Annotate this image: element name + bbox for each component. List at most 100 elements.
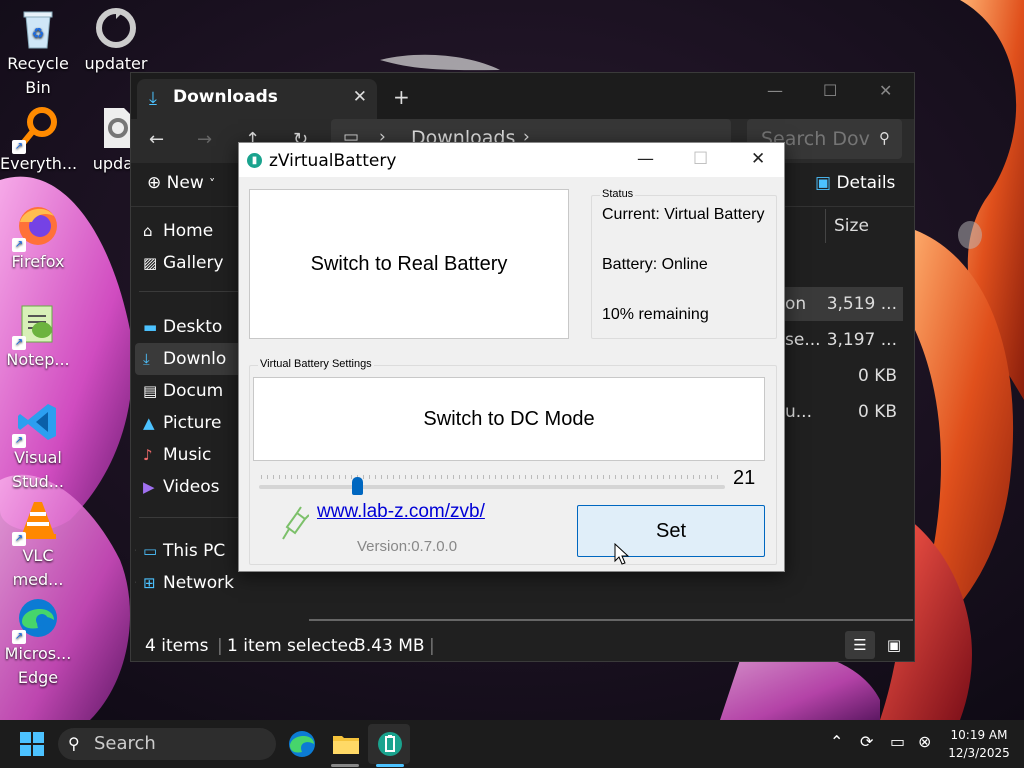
zvirtualbattery-window[interactable]: ▮ zVirtualBattery — ☐ ✕ Switch to Real B… [238, 142, 785, 572]
status-group: Status Current: Virtual Battery Battery:… [591, 188, 777, 339]
svg-text:♻: ♻ [32, 26, 45, 42]
tab-close-icon[interactable]: ✕ [353, 87, 367, 107]
everything-search-icon: ↗ [12, 106, 60, 154]
switch-to-real-battery-button[interactable]: Switch to Real Battery [249, 189, 569, 339]
chevron-up-icon[interactable]: ⌃ [830, 732, 843, 751]
notepad-plus-plus-icon: ↗ [12, 302, 60, 350]
edge-icon: ↗ [12, 596, 60, 644]
desktop-icon-vscode[interactable]: ↗ Visual Stud... [0, 400, 76, 494]
desktop-icon-everything[interactable]: ↗ Everyth... [0, 106, 77, 176]
mouse-cursor-icon [614, 543, 630, 565]
active-indicator [376, 764, 404, 767]
status-current: Current: Virtual Battery [602, 206, 765, 223]
recycle-bin-icon: ♻ [16, 6, 60, 50]
minimize-button[interactable]: — [767, 81, 783, 100]
desktop-icon-vlc[interactable]: ↗ VLC med... [0, 498, 76, 592]
download-icon: ⤓ [149, 88, 157, 109]
network-status-icon[interactable]: ▭ [890, 732, 905, 751]
file-name: on [785, 294, 807, 314]
close-button[interactable]: ✕ [879, 81, 892, 100]
shortcut-arrow-icon: ↗ [12, 630, 26, 644]
vscode-icon: ↗ [12, 400, 60, 448]
sidebar-item-label: Home [163, 221, 214, 241]
switch-to-dc-mode-button[interactable]: Switch to DC Mode [253, 377, 765, 461]
set-button[interactable]: Set [577, 505, 765, 557]
desktop-icon: ▬ [143, 318, 158, 336]
file-row[interactable]: u... 0 KB [771, 395, 903, 429]
taskbar-search[interactable]: ⚲ Search [58, 728, 276, 760]
maximize-button[interactable]: ☐ [823, 81, 837, 100]
minimize-button[interactable]: — [637, 149, 654, 169]
desktop-icon-recycle-bin[interactable]: ♻ Recycle Bin [0, 6, 76, 100]
file-name: se... [785, 330, 821, 350]
new-button[interactable]: ⊕ New ˅ [147, 173, 215, 193]
updater-icon [94, 6, 138, 50]
desktop-icon-edge[interactable]: ↗ Micros... Edge [0, 596, 76, 690]
sidebar-item-label: Picture [163, 413, 222, 433]
maximize-button[interactable]: ☐ [693, 149, 708, 169]
pictures-icon: ▲ [143, 414, 155, 432]
sidebar-item-label: Gallery [163, 253, 224, 273]
windows-start-icon[interactable] [14, 726, 50, 762]
file-row[interactable]: se... 3,197 ... [771, 323, 903, 357]
desktop-icon-firefox[interactable]: ↗ Firefox [0, 204, 76, 274]
desktop-icon-notepad-plus-plus[interactable]: ↗ Notep... [0, 302, 76, 372]
version-label: Version:0.7.0.0 [357, 538, 458, 555]
shortcut-arrow-icon: ↗ [12, 238, 26, 252]
firefox-icon: ↗ [12, 204, 60, 252]
system-clock[interactable]: 10:19 AM 12/3/2025 [942, 726, 1016, 762]
back-arrow-icon[interactable]: ← [149, 129, 164, 150]
file-row[interactable]: on 3,519 ... [771, 287, 903, 321]
sidebar-item-label: Music [163, 445, 212, 465]
website-link[interactable]: www.lab-z.com/zvb/ [317, 501, 485, 523]
column-header-size[interactable]: Size [825, 209, 905, 243]
settings-legend: Virtual Battery Settings [258, 358, 374, 370]
new-tab-button[interactable]: + [393, 85, 410, 109]
slider-thumb[interactable] [351, 477, 363, 495]
taskbar: ⚲ Search ⌃ ⟳ ▭ ⊗ 10:19 AM 12/3/2025 [0, 720, 1024, 768]
documents-icon: ▤ [143, 382, 158, 400]
search-icon: ⚲ [879, 129, 890, 147]
status-selected: 1 item selected [227, 636, 359, 656]
status-legend: Status [600, 188, 636, 200]
this-pc-icon: ▭ [143, 542, 158, 560]
details-label: Details [836, 173, 896, 193]
clock-date: 12/3/2025 [948, 746, 1010, 760]
file-size: 3,519 ... [826, 294, 897, 314]
vlc-icon: ↗ [12, 498, 60, 546]
videos-icon: ▶ [143, 478, 155, 496]
chevron-down-icon: ˅ [209, 177, 216, 191]
status-divider: | [429, 636, 435, 656]
tab-downloads[interactable]: ⤓ Downloads ✕ [137, 79, 377, 119]
music-icon: ♪ [143, 446, 153, 464]
chevron-right-icon[interactable]: › [135, 567, 136, 599]
sidebar-item-label: Deskto [163, 317, 223, 337]
plug-icon [282, 506, 309, 540]
close-button[interactable]: ✕ [751, 149, 765, 169]
file-explorer-taskbar-icon[interactable] [328, 726, 364, 762]
desktop-icon-updater[interactable]: updater [78, 6, 154, 76]
shortcut-arrow-icon: ↗ [12, 532, 26, 546]
chevron-right-icon[interactable]: › [135, 535, 136, 567]
file-row[interactable]: 0 KB [771, 359, 903, 393]
zvirtualbattery-taskbar-icon[interactable] [372, 726, 408, 762]
tiles-view-icon[interactable]: ▣ [879, 631, 909, 659]
details-view-icon[interactable]: ☰ [845, 631, 875, 659]
sidebar-item-label: Network [163, 573, 234, 593]
shortcut-arrow-icon: ↗ [12, 434, 26, 448]
sidebar-item-label: Downlo [163, 349, 227, 369]
status-battery: Battery: Online [602, 256, 708, 273]
details-button[interactable]: ▣ Details [815, 173, 895, 193]
network-icon: ⊞ [143, 574, 156, 592]
zvb-title-bar: ▮ zVirtualBattery — ☐ ✕ [239, 143, 784, 177]
tab-title: Downloads [173, 87, 278, 107]
volume-muted-icon[interactable]: ⊗ [918, 732, 931, 751]
forward-arrow-icon[interactable]: → [197, 129, 212, 150]
status-size: 3.43 MB [355, 636, 425, 656]
horizontal-scrollbar[interactable] [309, 619, 913, 621]
window-title: zVirtualBattery [269, 151, 397, 171]
status-divider: | [217, 636, 223, 656]
battery-level-slider[interactable] [259, 485, 725, 489]
sync-icon[interactable]: ⟳ [860, 732, 873, 751]
edge-taskbar-icon[interactable] [284, 726, 320, 762]
